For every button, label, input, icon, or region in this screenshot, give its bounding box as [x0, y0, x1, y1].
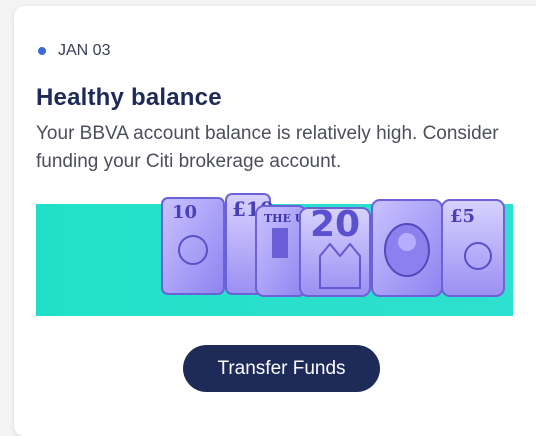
svg-text:£5: £5	[450, 206, 475, 227]
date-row: JAN 03	[38, 42, 110, 60]
insight-date: JAN 03	[58, 42, 111, 59]
insight-title: Healthy balance	[36, 84, 222, 111]
svg-text:10: 10	[172, 202, 197, 223]
svg-text:THE U: THE U	[264, 212, 305, 225]
svg-text:20: 20	[310, 204, 360, 245]
transfer-funds-button[interactable]: Transfer Funds	[183, 345, 380, 392]
money-banknotes-icon: 10 £10 THE U 20 £5	[161, 193, 505, 297]
insight-body: Your BBVA account balance is relatively …	[36, 123, 499, 172]
status-dot-icon	[38, 47, 46, 55]
